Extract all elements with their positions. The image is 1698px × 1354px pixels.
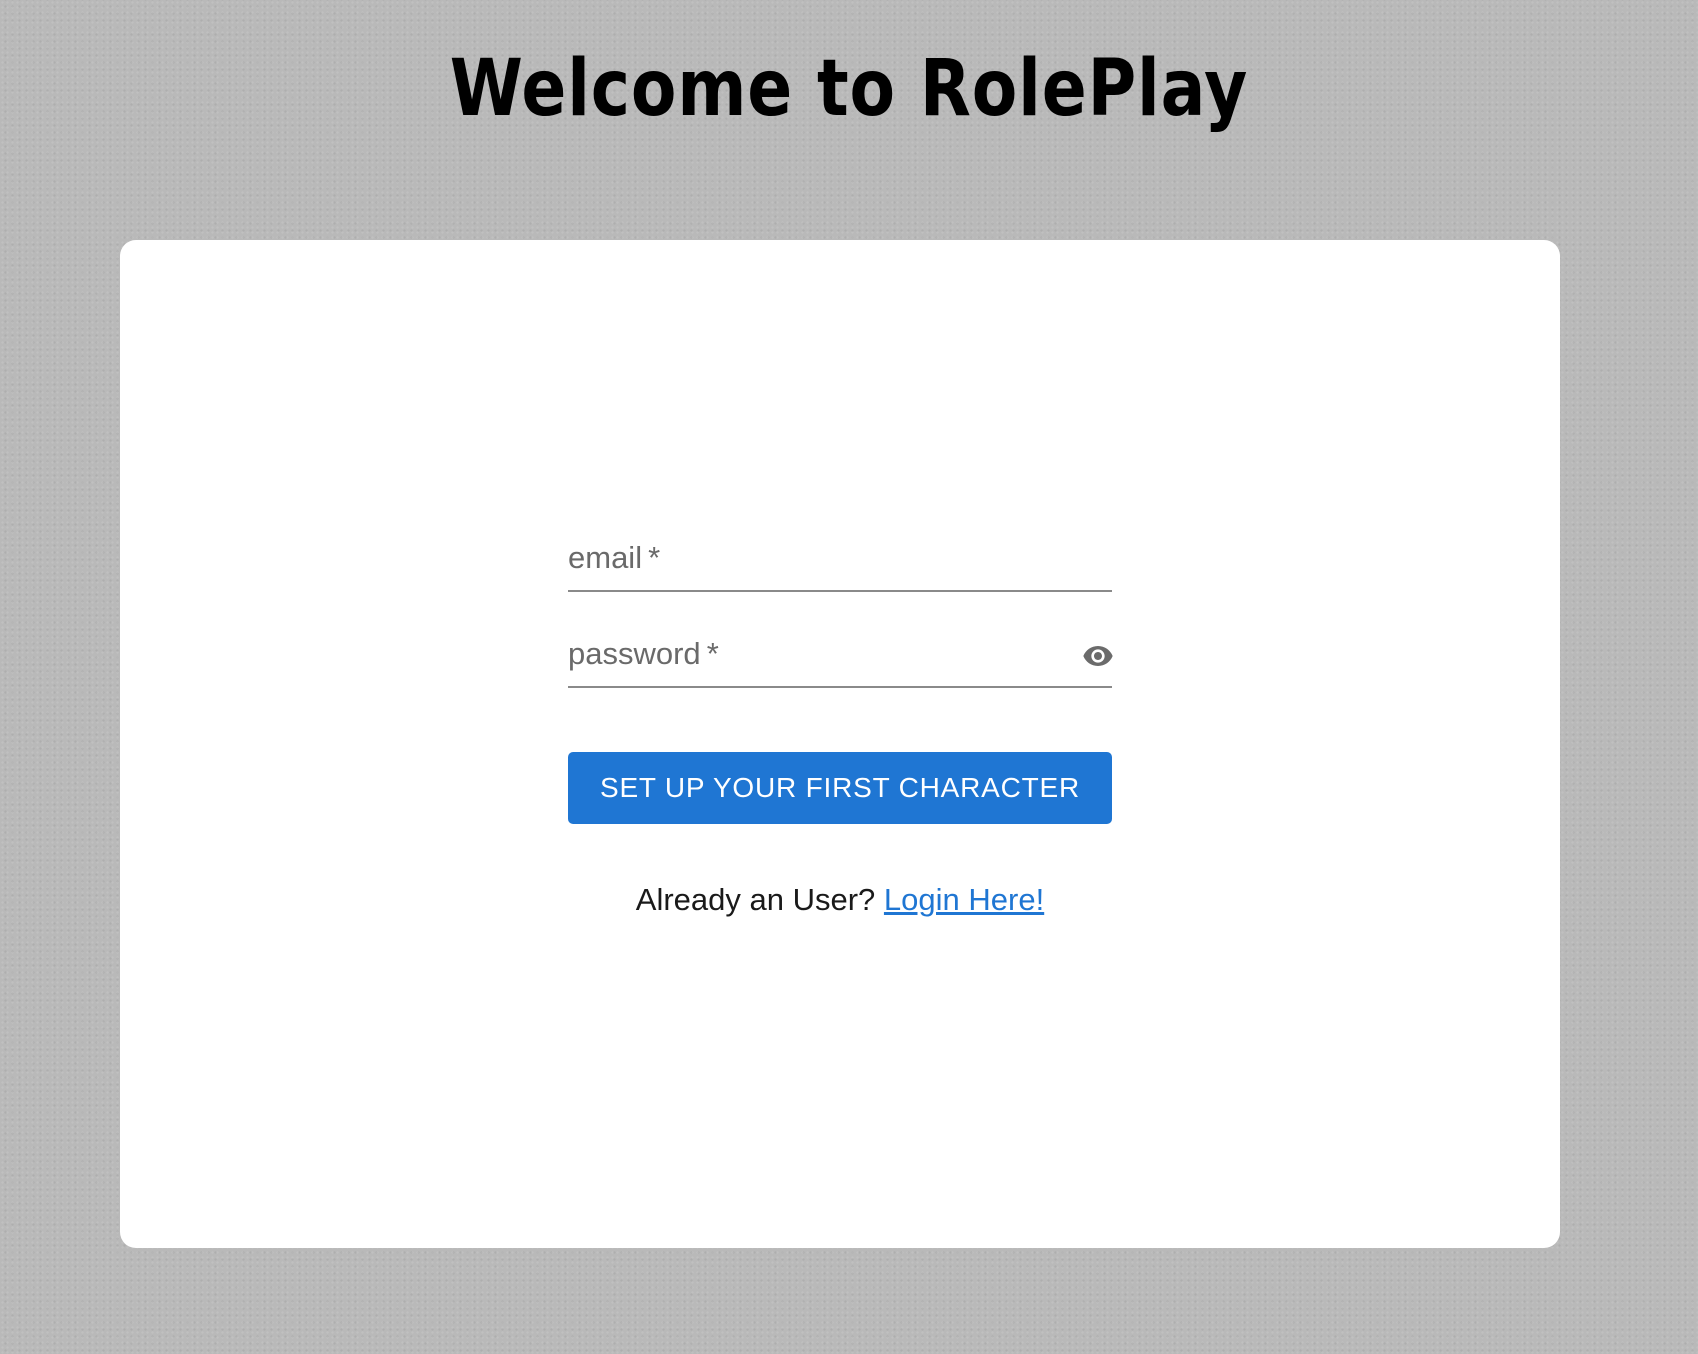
login-prompt-text: Already an User? (635, 882, 876, 917)
page-title: Welcome to RolePlay (449, 44, 1249, 134)
setup-character-button[interactable]: SET UP YOUR FIRST CHARACTER (568, 752, 1112, 824)
eye-icon[interactable] (1074, 636, 1122, 676)
signup-form: email * password * SET UP YOUR FIRST CHARA… (568, 530, 1113, 918)
password-input[interactable] (568, 626, 1048, 686)
login-prompt: Already an User? Login Here! (568, 882, 1112, 918)
login-link[interactable]: Login Here! (884, 882, 1044, 917)
password-field[interactable]: password * (568, 626, 1113, 688)
signup-card: email * password * SET UP YOUR FIRST CHARA… (120, 240, 1560, 1248)
email-input[interactable] (568, 530, 1112, 590)
email-field[interactable]: email * (568, 530, 1112, 592)
